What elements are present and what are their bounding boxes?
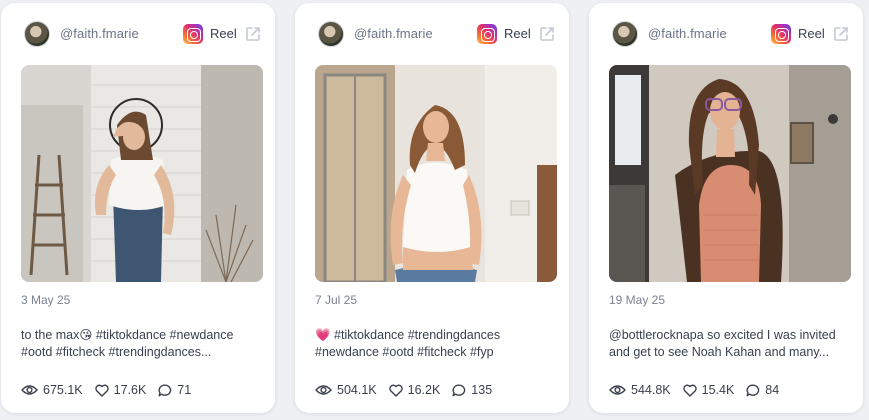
comments-stat: 135 xyxy=(452,383,492,397)
post-caption: @bottlerocknapa so excited I was invited… xyxy=(609,327,853,361)
post-card[interactable]: @faith.fmarie Reel xyxy=(295,3,569,413)
heart-icon xyxy=(682,384,697,397)
post-caption: 💗 #tiktokdance #trendingdances #newdance… xyxy=(315,327,559,361)
post-thumbnail[interactable] xyxy=(315,65,557,282)
account-handle[interactable]: @faith.fmarie xyxy=(60,26,139,41)
heart-icon xyxy=(388,384,403,397)
likes-stat: 16.2K xyxy=(388,383,441,397)
card-header: @faith.fmarie Reel xyxy=(609,3,853,65)
likes-count: 16.2K xyxy=(407,383,441,397)
views-stat: 544.8K xyxy=(609,383,671,397)
views-stat: 675.1K xyxy=(21,383,83,397)
views-count: 504.1K xyxy=(337,383,377,397)
caption-line: to the max😘 #tiktokdance #newdance xyxy=(21,328,234,342)
external-link-icon[interactable] xyxy=(538,25,556,43)
post-type-label: Reel xyxy=(504,26,531,41)
views-count: 675.1K xyxy=(43,383,83,397)
card-header: @faith.fmarie Reel xyxy=(315,3,559,65)
post-stats: 544.8K 15.4K 84 xyxy=(609,381,791,399)
external-link-icon[interactable] xyxy=(832,25,850,43)
likes-stat: 17.6K xyxy=(94,383,147,397)
post-date: 3 May 25 xyxy=(21,293,71,307)
post-date: 7 Jul 25 xyxy=(315,293,358,307)
account-handle[interactable]: @faith.fmarie xyxy=(354,26,433,41)
views-count: 544.8K xyxy=(631,383,671,397)
external-link-icon[interactable] xyxy=(244,25,262,43)
eye-icon xyxy=(21,385,38,395)
post-stats: 504.1K 16.2K 135 xyxy=(315,381,504,399)
post-card[interactable]: @faith.fmarie Reel xyxy=(589,3,863,413)
instagram-icon xyxy=(771,24,791,44)
heart-icon xyxy=(94,384,109,397)
caption-line: @bottlerocknapa so excited I was invited xyxy=(609,328,836,342)
likes-stat: 15.4K xyxy=(682,383,735,397)
post-thumbnail[interactable] xyxy=(21,65,263,282)
likes-count: 17.6K xyxy=(113,383,147,397)
post-type-label: Reel xyxy=(210,26,237,41)
caption-line: #newdance #ootd #fitcheck #fyp xyxy=(315,345,494,359)
caption-line: 💗 #tiktokdance #trendingdances xyxy=(315,328,501,342)
comments-count: 84 xyxy=(765,383,780,397)
account-handle[interactable]: @faith.fmarie xyxy=(648,26,727,41)
post-type-label: Reel xyxy=(798,26,825,41)
caption-line: and get to see Noah Kahan and many... xyxy=(609,345,830,359)
views-stat: 504.1K xyxy=(315,383,377,397)
post-date: 19 May 25 xyxy=(609,293,666,307)
comments-stat: 71 xyxy=(158,383,191,397)
comments-stat: 84 xyxy=(746,383,779,397)
card-header: @faith.fmarie Reel xyxy=(21,3,265,65)
comments-count: 71 xyxy=(177,383,192,397)
caption-line: #ootd #fitcheck #trendingdances... xyxy=(21,345,212,359)
avatar[interactable] xyxy=(24,21,50,47)
comments-count: 135 xyxy=(471,383,493,397)
comment-icon xyxy=(158,383,172,396)
post-thumbnail[interactable] xyxy=(609,65,851,282)
eye-icon xyxy=(315,385,332,395)
instagram-icon xyxy=(477,24,497,44)
eye-icon xyxy=(609,385,626,395)
post-caption: to the max😘 #tiktokdance #newdance #ootd… xyxy=(21,327,265,361)
post-stats: 675.1K 17.6K 71 xyxy=(21,381,203,399)
likes-count: 15.4K xyxy=(701,383,735,397)
comment-icon xyxy=(452,383,466,396)
avatar[interactable] xyxy=(612,21,638,47)
comment-icon xyxy=(746,383,760,396)
avatar[interactable] xyxy=(318,21,344,47)
post-card[interactable]: @faith.fmarie Reel xyxy=(1,3,275,413)
instagram-icon xyxy=(183,24,203,44)
